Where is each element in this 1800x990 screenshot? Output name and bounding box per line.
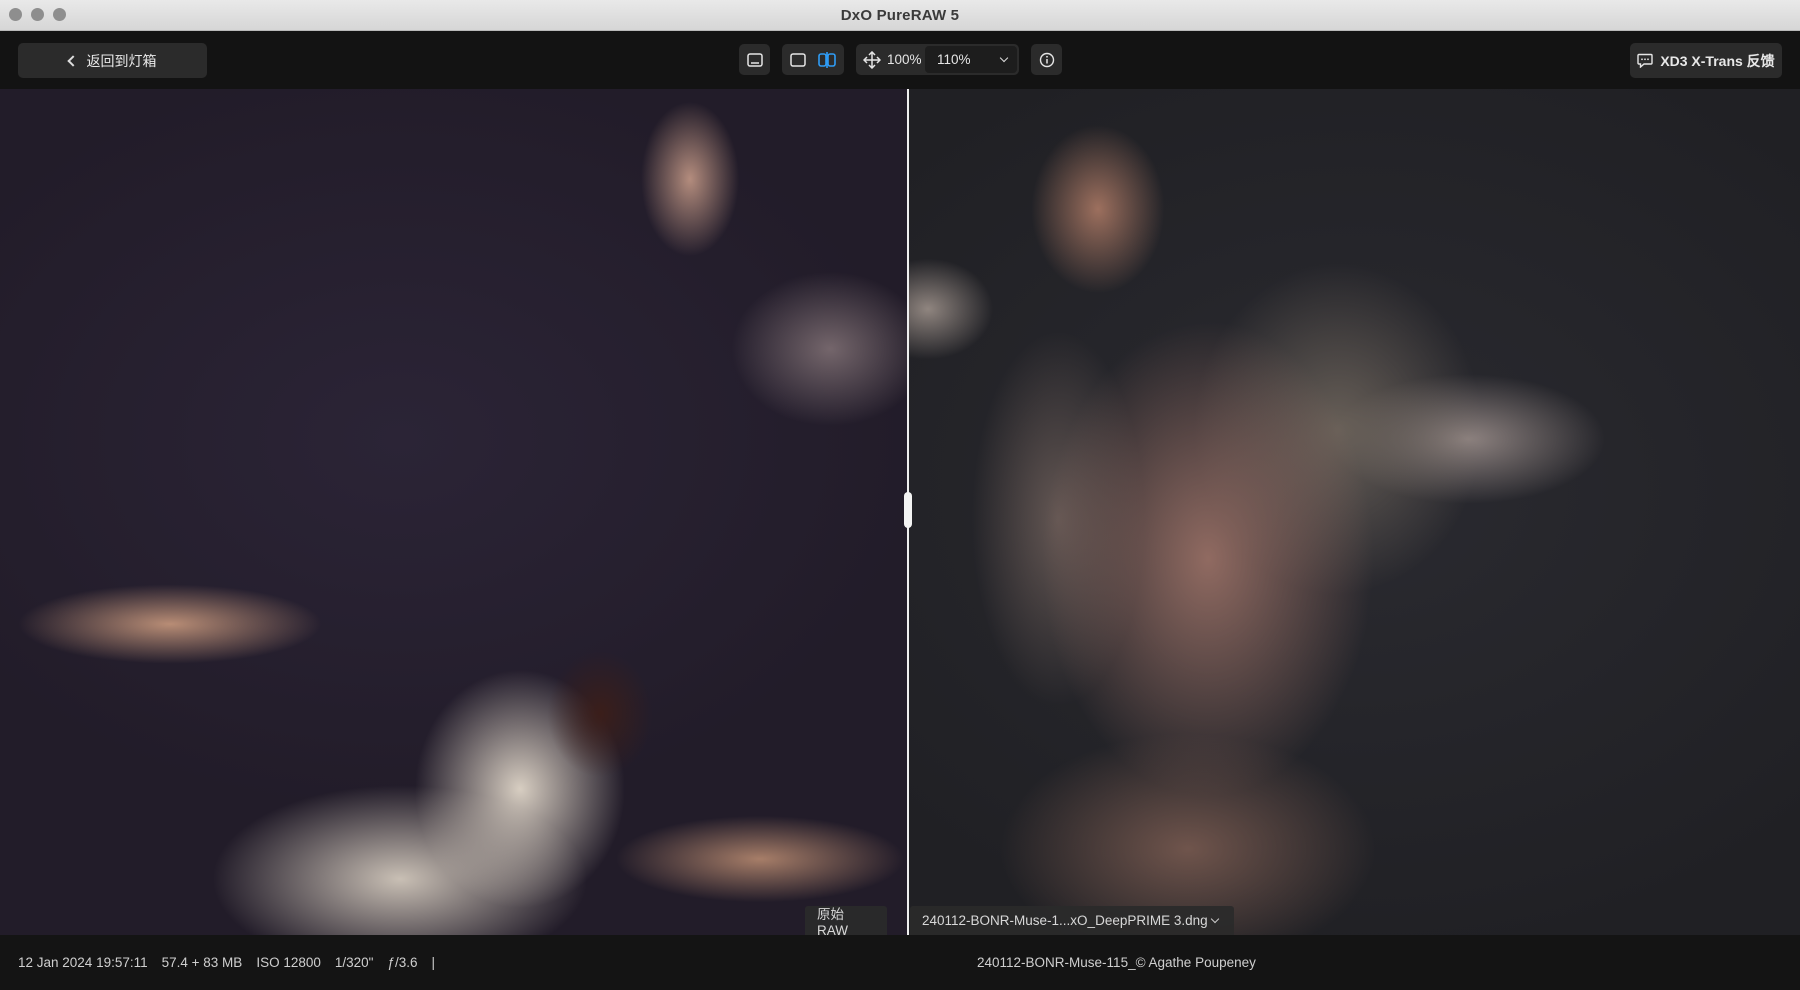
feedback-button[interactable]: XD3 X-Trans 反馈 (1630, 43, 1782, 78)
zoom-level-value: 110% (937, 52, 971, 67)
back-button-label: 返回到灯箱 (86, 52, 157, 69)
image-metadata: 12 Jan 2024 19:57:11 57.4 + 83 MB ISO 12… (18, 955, 435, 970)
shutter-speed: 1/320" (334, 955, 374, 970)
processed-file-select[interactable]: 240112-BONR-Muse-1...xO_DeepPRIME 3.dng (910, 906, 1234, 935)
split-divider-handle[interactable] (904, 492, 912, 528)
window-title: DxO PureRAW 5 (840, 6, 960, 24)
processed-file-name: 240112-BONR-Muse-1...xO_DeepPRIME 3.dng (922, 913, 1208, 928)
zoom-controls: 100% 110% (856, 44, 1019, 75)
window-title-bar: DxO PureRAW 5 (0, 0, 1800, 31)
processed-image (908, 89, 1800, 935)
info-icon (1039, 52, 1054, 67)
zoom-level-select[interactable]: 110% (925, 46, 1017, 73)
split-view-button[interactable] (815, 48, 838, 71)
zoom-window-button[interactable] (53, 8, 66, 21)
pan-tool-button[interactable] (863, 50, 881, 69)
single-view-button[interactable] (739, 44, 770, 75)
chevron-down-icon (1210, 914, 1220, 924)
metadata-separator: | (431, 955, 435, 970)
toolbar: 返回到灯箱 100% 110% XD3 X-Trans 反馈 (0, 31, 1800, 89)
chevron-down-icon (999, 53, 1009, 63)
info-button[interactable] (1031, 44, 1062, 75)
side-by-side-view-icon (789, 52, 806, 67)
chat-bubble-icon (1637, 53, 1654, 68)
back-to-lightbox-button[interactable]: 返回到灯箱 (18, 43, 207, 78)
window-controls (9, 8, 66, 21)
chevron-left-icon (66, 54, 79, 67)
original-raw-image (0, 89, 908, 935)
zoom-100-button[interactable]: 100% (887, 52, 922, 67)
capture-date: 12 Jan 2024 19:57:11 (18, 955, 148, 970)
file-size: 57.4 + 83 MB (161, 955, 243, 970)
side-by-side-view-button[interactable] (786, 48, 809, 71)
pan-move-icon (863, 50, 881, 69)
single-view-icon (746, 52, 763, 67)
split-view-icon (817, 51, 836, 68)
aperture-value: ƒ/3.6 (387, 955, 418, 970)
status-bar: 12 Jan 2024 19:57:11 57.4 + 83 MB ISO 12… (0, 935, 1800, 990)
original-label: 原始 RAW (805, 906, 887, 935)
image-compare-viewer[interactable]: 原始 RAW 240112-BONR-Muse-1...xO_DeepPRIME… (0, 89, 1800, 935)
compare-view-toggle (782, 44, 844, 75)
feedback-button-label: XD3 X-Trans 反馈 (1660, 52, 1775, 69)
iso-value: ISO 12800 (256, 955, 321, 970)
minimize-window-button[interactable] (31, 8, 44, 21)
image-caption: 240112-BONR-Muse-115_© Agathe Poupeney (977, 955, 1256, 970)
close-window-button[interactable] (9, 8, 22, 21)
